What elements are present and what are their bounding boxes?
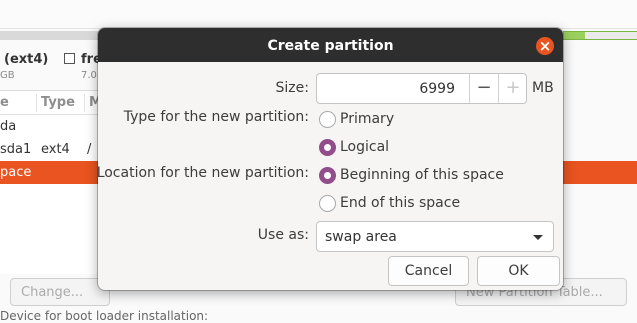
table-row[interactable]: sda1 ext4 / [0, 138, 100, 161]
disk-usage-bar-left [0, 31, 100, 40]
dialog-titlebar: Create partition × [98, 28, 563, 62]
size-spinbutton[interactable]: 6999 − + [316, 73, 527, 104]
radio-primary[interactable] [319, 111, 336, 128]
partition-type-label: Type for the new partition: [123, 109, 309, 125]
partition-legend-label: (ext4) [4, 52, 49, 67]
radio-beginning-label[interactable]: Beginning of this space [340, 167, 504, 183]
size-label: Size: [275, 80, 309, 96]
partition-table-header: e Type M [0, 91, 102, 115]
column-header-type[interactable]: Type [41, 95, 75, 110]
radio-beginning[interactable] [319, 167, 336, 184]
disk-usage-bar-right [563, 31, 637, 40]
use-as-value: swap area [325, 229, 397, 245]
row-device: pace [0, 165, 32, 180]
row-mount: / [87, 142, 92, 157]
radio-end[interactable] [319, 195, 336, 212]
free-legend-checkbox [64, 53, 75, 64]
chevron-down-icon [533, 235, 543, 240]
partition-location-label: Location for the new partition: [98, 165, 309, 181]
column-header-device[interactable]: e [0, 95, 9, 110]
row-device: da [0, 119, 17, 134]
row-type: ext4 [41, 142, 70, 157]
dialog-title: Create partition [267, 38, 394, 54]
free-legend-size: 7.0 [81, 70, 97, 81]
radio-primary-label[interactable]: Primary [340, 111, 394, 127]
partition-legend-size: GB [0, 70, 15, 81]
cancel-button[interactable]: Cancel [388, 256, 469, 286]
size-input[interactable]: 6999 [419, 81, 455, 97]
table-row[interactable]: da [0, 115, 100, 138]
increment-button[interactable]: + [498, 74, 527, 103]
radio-logical-label[interactable]: Logical [340, 139, 389, 155]
boot-loader-label: Device for boot loader installation: [0, 309, 209, 323]
background-header [0, 0, 637, 29]
selected-row-highlight [563, 161, 637, 184]
ok-button[interactable]: OK [477, 256, 560, 286]
table-row-selected[interactable]: pace [0, 161, 100, 184]
create-partition-dialog: Create partition × Size: 6999 − + MB Typ… [98, 28, 563, 290]
radio-end-label[interactable]: End of this space [340, 195, 460, 211]
decrement-button[interactable]: − [469, 74, 498, 103]
partition-table[interactable]: e Type M da sda1 ext4 / pace [0, 90, 102, 274]
use-as-label: Use as: [257, 227, 309, 243]
use-as-dropdown[interactable]: swap area [316, 221, 554, 252]
row-device: sda1 [0, 142, 32, 157]
close-icon[interactable]: × [536, 37, 554, 55]
size-unit-label: MB [532, 80, 554, 96]
radio-logical[interactable] [319, 139, 336, 156]
change-button[interactable]: Change... [10, 278, 110, 306]
